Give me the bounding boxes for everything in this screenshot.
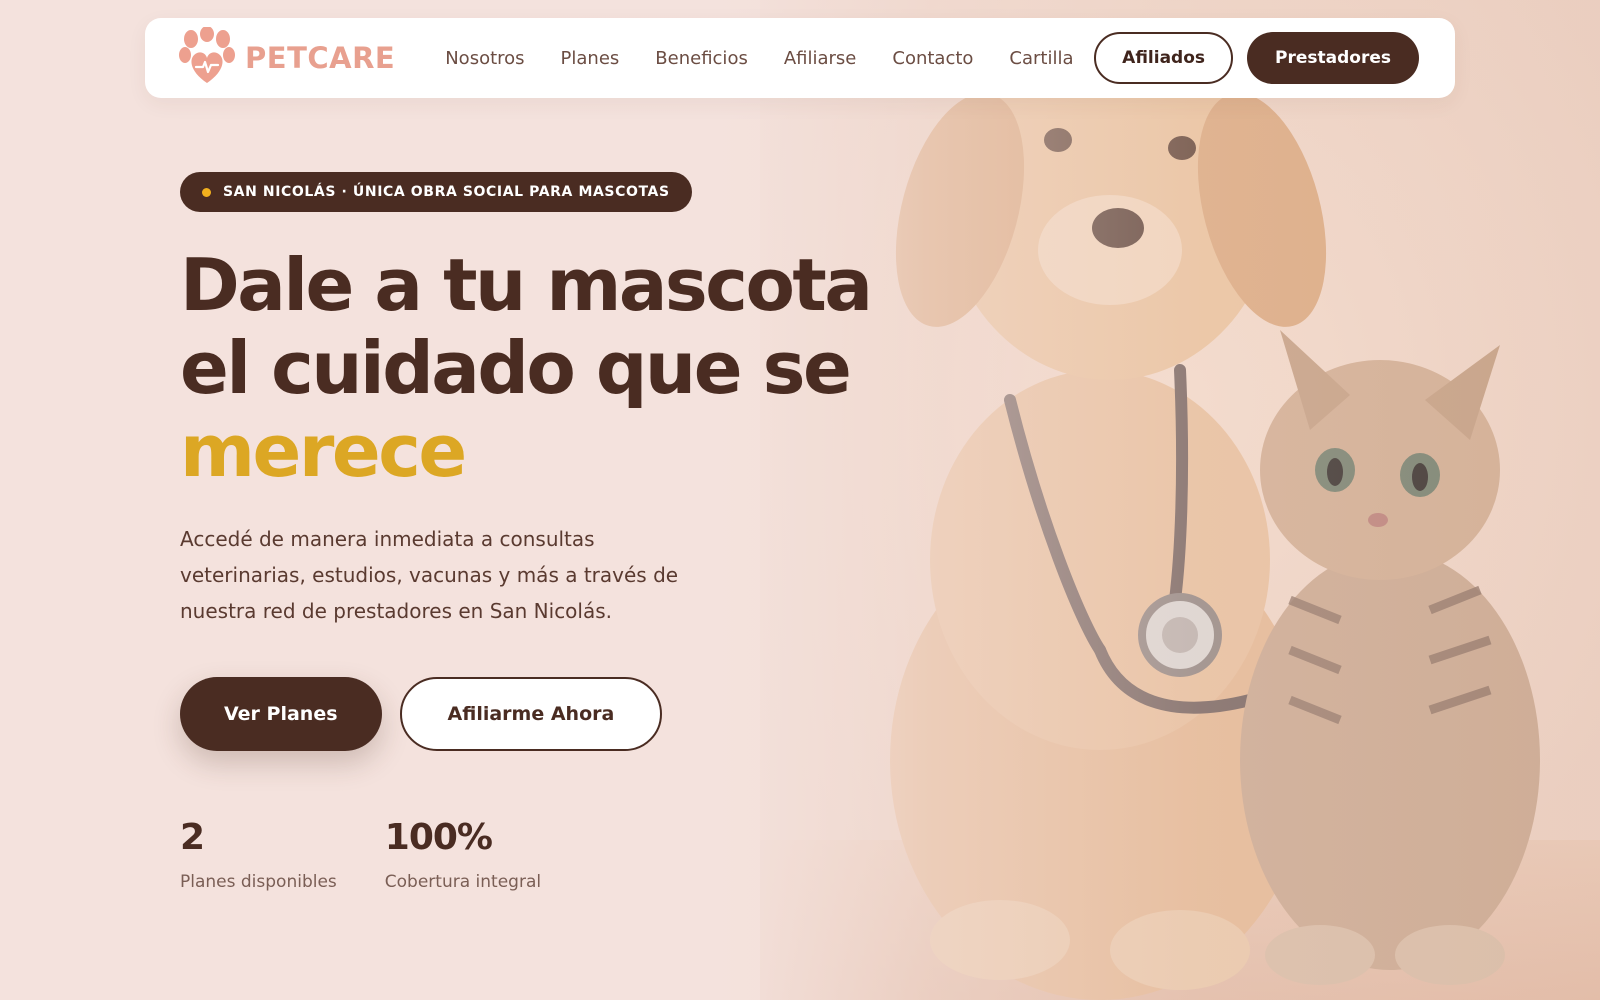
headline-accent: merece [180,409,467,493]
hero-description: Accedé de manera inmediata a consultas v… [180,527,679,623]
main-navigation: Nosotros Planes Beneficios Afiliarse Con… [445,48,1073,69]
prestadores-button[interactable]: Prestadores [1247,32,1419,84]
nav-link-cartilla[interactable]: Cartilla [1009,48,1073,69]
hero-headline: Dale a tu mascota el cuidado que se mere… [180,244,900,493]
nav-link-afiliarse[interactable]: Afiliarse [784,48,857,69]
stat-label: Planes disponibles [180,872,337,892]
brand-logo[interactable]: PETCARE [179,26,396,89]
afiliados-button[interactable]: Afiliados [1094,32,1234,84]
headline-line-2: el cuidado que se [180,326,852,410]
nav-link-beneficios[interactable]: Beneficios [655,48,748,69]
nav-link-nosotros[interactable]: Nosotros [445,48,524,69]
badge-text: SAN NICOLÁS · ÚNICA OBRA SOCIAL PARA MAS… [223,184,670,200]
brand-name: PETCARE [245,41,396,75]
stat-value: 2 [180,817,205,858]
location-badge: SAN NICOLÁS · ÚNICA OBRA SOCIAL PARA MAS… [180,172,692,212]
nav-actions: Afiliados Prestadores [1094,32,1419,84]
cta-group: Ver Planes Afiliarme Ahora [180,677,900,751]
nav-link-contacto[interactable]: Contacto [892,48,973,69]
nav-link-planes[interactable]: Planes [561,48,620,69]
hero-stats: 2 Planes disponibles 100% Cobertura inte… [180,817,900,892]
ver-planes-button[interactable]: Ver Planes [180,677,382,751]
paw-heart-icon [179,26,235,89]
headline-line-1: Dale a tu mascota [180,243,873,327]
hero-section: SAN NICOLÁS · ÚNICA OBRA SOCIAL PARA MAS… [180,172,900,892]
stat-planes: 2 Planes disponibles [180,817,337,892]
stat-cobertura: 100% Cobertura integral [385,817,541,892]
stat-label: Cobertura integral [384,872,542,892]
badge-dot-icon [202,187,211,197]
stat-value: 100% [384,817,493,858]
top-navbar: PETCARE Nosotros Planes Beneficios Afili… [145,18,1455,98]
afiliarme-ahora-button[interactable]: Afiliarme Ahora [399,677,663,751]
